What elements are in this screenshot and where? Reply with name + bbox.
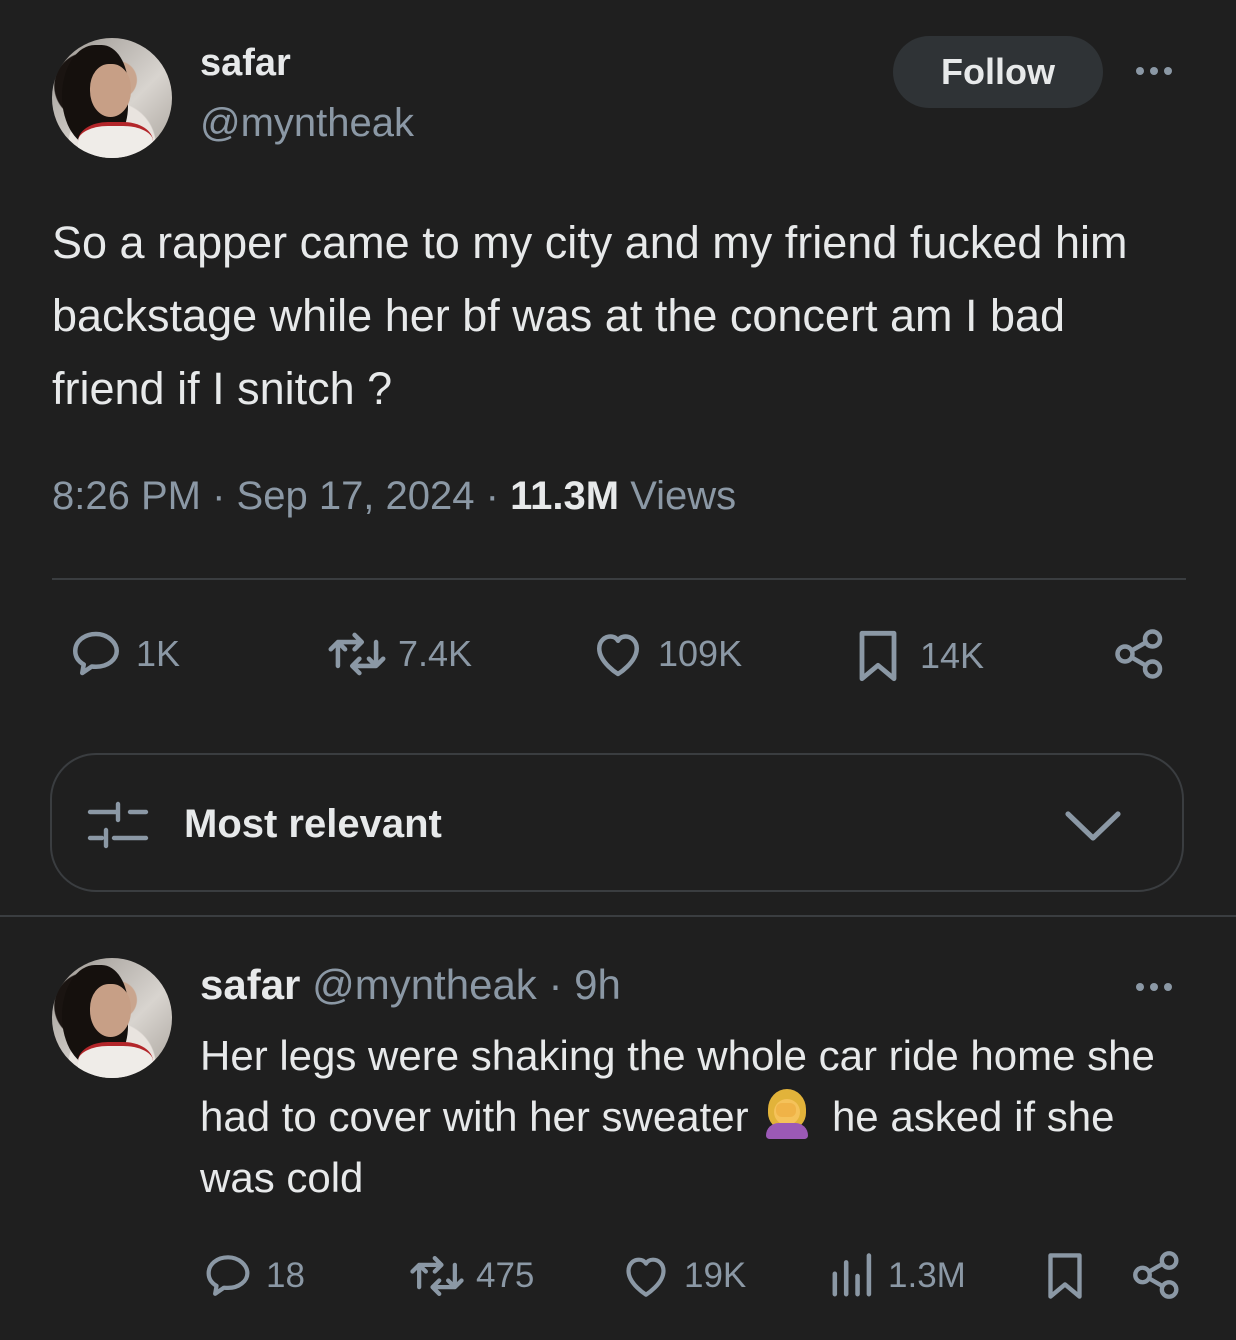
reply-reply-button[interactable]: 18 [200, 1248, 305, 1304]
reply-views-count: 1.3M [888, 1256, 966, 1295]
heart-icon [597, 634, 639, 677]
reply-icon [206, 1255, 250, 1296]
more-options-icon[interactable] [1136, 67, 1172, 75]
reply-like-button[interactable]: 19K [618, 1248, 746, 1304]
woman-facepalming-emoji-icon [764, 1089, 810, 1139]
tweet-date[interactable]: Sep 17, 2024 [237, 474, 475, 518]
bookmark-icon [859, 630, 897, 682]
sort-label[interactable]: Most relevant [184, 802, 442, 847]
share-icon [1133, 1251, 1179, 1299]
like-count: 109K [658, 633, 743, 674]
reply-age[interactable]: 9h [574, 961, 621, 1008]
reply-header: safar @myntheak · 9h [200, 961, 621, 1009]
repost-icon [410, 1256, 464, 1296]
stats-divider [52, 578, 1186, 580]
reply-button[interactable]: 1K [66, 624, 180, 684]
share-button[interactable] [1110, 624, 1170, 684]
reply-author-handle[interactable]: @myntheak [312, 961, 537, 1008]
reply-author-avatar[interactable] [52, 958, 172, 1078]
tweet-author-handle[interactable]: @myntheak [200, 101, 414, 146]
reply-like-count: 19K [684, 1256, 747, 1295]
reply-views-button[interactable]: 1.3M [828, 1248, 966, 1304]
reply-reply-count: 18 [266, 1256, 305, 1295]
meta-separator: · [548, 961, 563, 1008]
meta-separator: · [212, 474, 237, 518]
follow-button[interactable]: Follow [893, 36, 1103, 108]
tweet-text: So a rapper came to my city and my frien… [52, 217, 1128, 414]
chevron-down-icon[interactable] [1064, 806, 1122, 846]
tweet-meta: 8:26 PM · Sep 17, 2024 · 11.3M Views [52, 474, 736, 519]
repost-count: 7.4K [398, 633, 473, 674]
views-bar-chart-icon [832, 1253, 872, 1297]
tweet-author-name[interactable]: safar [200, 42, 291, 85]
section-divider [0, 915, 1236, 917]
tweet-views-count: 11.3M [510, 474, 620, 518]
reply-bookmark-button[interactable] [1036, 1246, 1094, 1306]
bookmark-icon [1048, 1253, 1082, 1299]
heart-icon [626, 1257, 666, 1297]
bookmark-count: 14K [920, 635, 985, 676]
reply-more-options-icon[interactable] [1136, 983, 1172, 991]
meta-separator: · [485, 474, 511, 518]
tweet-time[interactable]: 8:26 PM [52, 474, 201, 518]
avatar-shirt [78, 122, 153, 158]
like-button[interactable]: 109K [588, 624, 742, 684]
reply-share-button[interactable] [1128, 1246, 1186, 1304]
repost-icon [328, 632, 386, 676]
reply-count: 1K [136, 633, 181, 674]
avatar-shirt [78, 1042, 153, 1078]
reply-author-name[interactable]: safar [200, 961, 300, 1008]
share-icon [1115, 629, 1163, 679]
reply-text: Her legs were shaking the whole car ride… [200, 1025, 1190, 1208]
filter-sliders-icon [87, 801, 149, 849]
bookmark-button[interactable]: 14K [846, 624, 984, 688]
reply-repost-button[interactable]: 475 [408, 1248, 534, 1304]
repost-button[interactable]: 7.4K [326, 624, 472, 684]
tweet-author-avatar[interactable] [52, 38, 172, 158]
tweet-views-label: Views [630, 474, 737, 518]
reply-icon [73, 631, 119, 676]
reply-repost-count: 475 [476, 1256, 535, 1295]
